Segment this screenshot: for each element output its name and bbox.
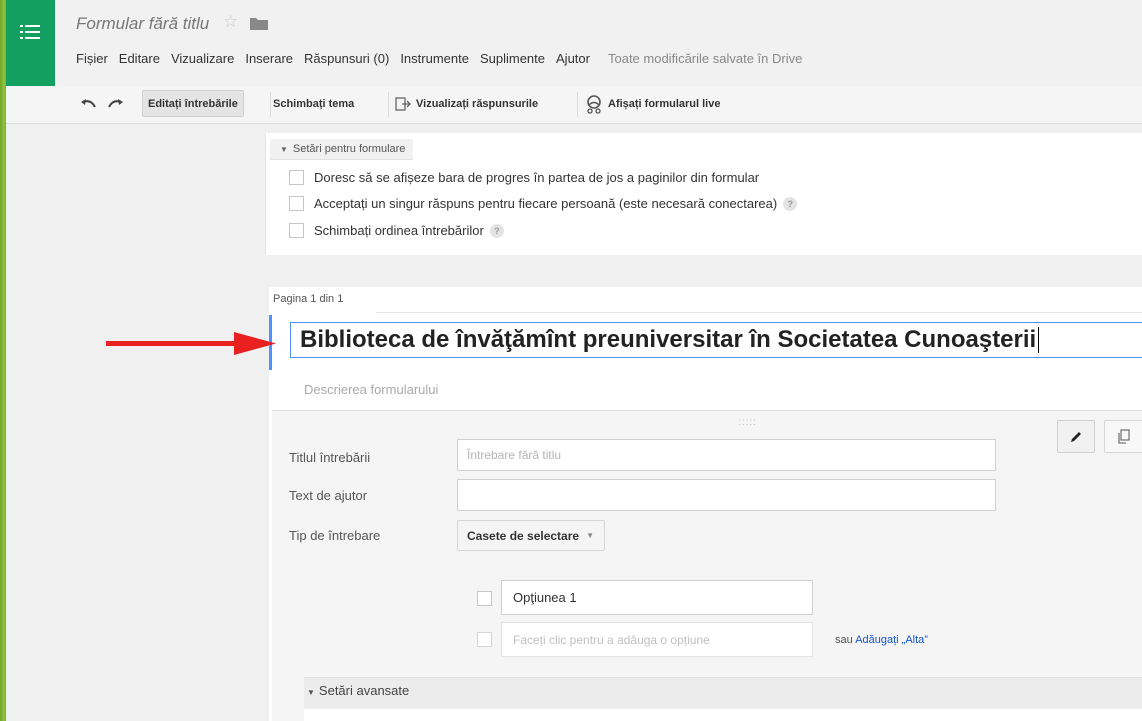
redo-icon[interactable] — [107, 96, 125, 110]
copy-icon — [1117, 428, 1130, 444]
app-header: Formular fără titlu ☆ Fișier Editare Viz… — [6, 0, 1142, 87]
edit-questions-button[interactable]: Editați întrebările — [142, 90, 244, 117]
shuffle-questions-checkbox[interactable] — [289, 223, 304, 238]
menu-addons[interactable]: Suplimente — [480, 51, 545, 66]
chevron-down-icon: ▼ — [586, 531, 594, 540]
progress-bar-checkbox[interactable] — [289, 170, 304, 185]
folder-icon[interactable] — [250, 17, 268, 30]
menu-bar: Fișier Editare Vizualizare Inserare Răsp… — [76, 51, 813, 66]
help-text-label: Text de ajutor — [289, 488, 368, 503]
menu-tools[interactable]: Instrumente — [400, 51, 469, 66]
form-settings-toggle[interactable]: ▼ Setări pentru formulare — [270, 139, 414, 160]
red-arrow-annotation — [106, 332, 276, 355]
question-type-label: Tip de întrebare — [289, 528, 381, 543]
form-title-text: Biblioteca de învăţămînt preuniversitar … — [300, 326, 1037, 353]
undo-icon[interactable] — [79, 96, 97, 110]
setting-progress-bar-label: Doresc să se afișeze bara de progres în … — [314, 170, 760, 185]
question-title-input[interactable]: Întrebare fără titlu — [457, 439, 996, 471]
setting-progress-bar: Doresc să se afișeze bara de progres în … — [289, 170, 759, 185]
toolbar-divider — [270, 92, 271, 117]
view-responses-label: Vizualizați răspunsurile — [416, 97, 539, 110]
advanced-settings-body — [304, 709, 1142, 721]
menu-help[interactable]: Ajutor — [556, 51, 590, 66]
page-divider — [376, 312, 1142, 313]
save-status[interactable]: Toate modificările salvate în Drive — [608, 51, 802, 66]
view-live-form-label: Afișați formularul live — [608, 97, 721, 110]
single-response-checkbox[interactable] — [289, 196, 304, 211]
setting-single-response-label: Acceptați un singur răspuns pentru fieca… — [314, 196, 778, 211]
view-live-form-button[interactable]: Afișați formularul live — [584, 90, 720, 117]
add-other-link[interactable]: Adăugați „Alta” — [855, 634, 928, 646]
menu-insert[interactable]: Inserare — [245, 51, 293, 66]
option-1-input[interactable]: Opţiunea 1 — [501, 580, 813, 615]
choice-checkbox — [477, 591, 492, 606]
advanced-settings-label: Setări avansate — [318, 683, 410, 698]
live-form-icon — [587, 94, 601, 114]
advanced-settings-toggle[interactable]: ▼ Setări avansate — [307, 683, 409, 698]
choice-checkbox — [477, 632, 492, 647]
form-description-input[interactable]: Descrierea formularului — [304, 382, 438, 397]
help-icon[interactable]: ? — [489, 223, 504, 238]
drag-handle[interactable]: ::::: — [738, 417, 757, 428]
setting-single-response: Acceptați un singur răspuns pentru fieca… — [289, 196, 798, 211]
triangle-down-icon: ▼ — [280, 144, 288, 154]
setting-shuffle-questions-label: Schimbați ordinea întrebărilor — [314, 223, 484, 238]
question-type-value: Casete de selectare — [467, 528, 580, 543]
menu-view[interactable]: Vizualizare — [171, 51, 234, 66]
setting-shuffle-questions: Schimbați ordinea întrebărilor ? — [289, 223, 504, 238]
menu-edit[interactable]: Editare — [119, 51, 160, 66]
question-title-label: Titlul întrebării — [289, 450, 371, 465]
toolbar-divider — [388, 92, 389, 117]
menu-file[interactable]: Fișier — [76, 51, 108, 66]
pencil-icon — [1071, 431, 1081, 442]
form-title-input[interactable]: Biblioteca de învăţămînt preuniversitar … — [290, 322, 1142, 358]
add-option-input[interactable]: Faceți clic pentru a adăuga o opțiune — [501, 622, 813, 657]
list-icon — [19, 25, 40, 39]
change-theme-button[interactable]: Schimbați tema — [273, 90, 354, 117]
triangle-down-icon: ▼ — [307, 688, 315, 697]
responses-icon — [395, 96, 411, 111]
form-settings-label: Setări pentru formulare — [292, 143, 406, 155]
text-caret — [1038, 327, 1040, 353]
menu-responses[interactable]: Răspunsuri (0) — [304, 51, 389, 66]
forms-logo[interactable] — [6, 0, 55, 86]
help-icon[interactable]: ? — [783, 196, 798, 211]
edit-question-button[interactable] — [1057, 420, 1095, 453]
or-label: sau — [835, 634, 853, 646]
toolbar: Editați întrebările Schimbați tema Vizua… — [6, 86, 1142, 124]
document-title[interactable]: Formular fără titlu — [76, 14, 209, 34]
add-other-text: sau Adăugați „Alta” — [835, 634, 928, 646]
page-indicator: Pagina 1 din 1 — [269, 287, 352, 311]
star-icon[interactable]: ☆ — [223, 12, 238, 32]
toolbar-divider — [577, 92, 578, 117]
question-type-select[interactable]: Casete de selectare ▼ — [457, 520, 605, 551]
forms-app: Formular fără titlu ☆ Fișier Editare Viz… — [6, 0, 1142, 721]
help-text-input[interactable] — [457, 479, 996, 511]
view-responses-button[interactable]: Vizualizați răspunsurile — [395, 90, 538, 117]
duplicate-question-button[interactable] — [1104, 420, 1142, 453]
